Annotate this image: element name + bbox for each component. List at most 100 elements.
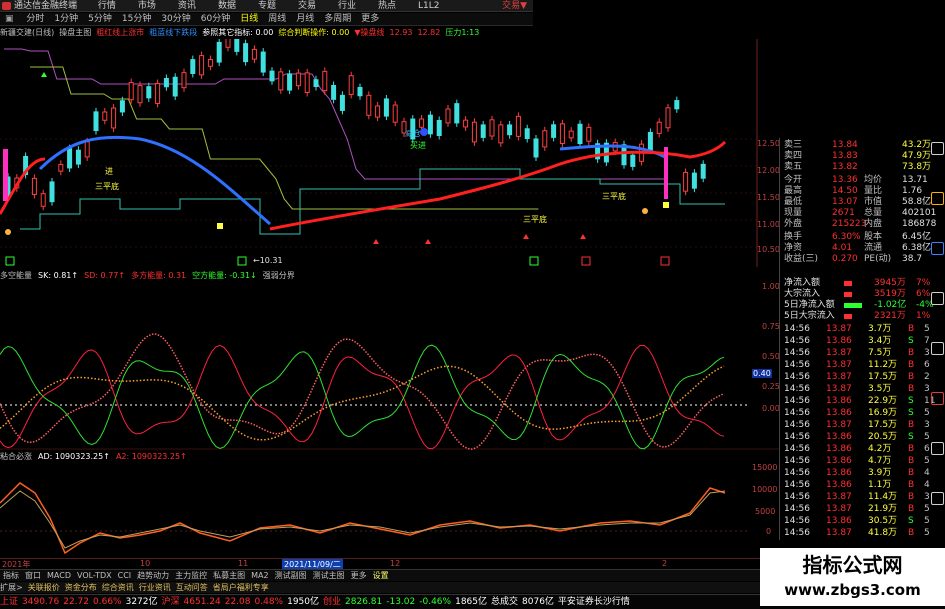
- menu-item[interactable]: 交易: [298, 1, 316, 11]
- tick-time: 14:56: [784, 516, 810, 526]
- main-price-chart[interactable]: ←10.31三平底三平底三平底减仓买进进: [0, 39, 779, 267]
- indicator-tab[interactable]: 私募主图: [210, 570, 248, 582]
- sub2-axis-label: 5000: [755, 507, 776, 516]
- app-title: 通达信金融终端: [14, 1, 78, 11]
- legend-item: 12.82: [417, 28, 441, 37]
- status-link[interactable]: 扩展>: [0, 583, 23, 592]
- quote-value: 0.270: [832, 254, 858, 264]
- period-tab[interactable]: 1分钟: [49, 13, 83, 26]
- menu-icon[interactable]: [931, 492, 944, 505]
- candle-body: [295, 72, 301, 87]
- quote-label: 卖四: [784, 151, 803, 161]
- period-tab[interactable]: 60分钟: [196, 13, 235, 26]
- menu-item[interactable]: L1L2: [418, 1, 439, 11]
- menu-item[interactable]: 专题: [258, 1, 276, 11]
- tick-side: B: [908, 468, 915, 478]
- candle-body: [436, 119, 442, 137]
- period-tab[interactable]: 5分钟: [83, 13, 117, 26]
- indicator-tab[interactable]: 指标: [0, 570, 22, 582]
- candle-body: [463, 119, 469, 128]
- tick-time: 14:56: [784, 360, 810, 370]
- period-tab[interactable]: 更多: [356, 13, 384, 26]
- tick-time: 14:56: [784, 348, 810, 358]
- candle-body: [58, 163, 64, 172]
- tick-price: 13.86: [826, 336, 852, 346]
- indicator-tab[interactable]: MACD: [44, 570, 74, 582]
- toolbar-menu-icon[interactable]: ▣: [0, 13, 19, 26]
- indicator-tab[interactable]: 窗口: [22, 570, 44, 582]
- candle-body: [577, 123, 583, 145]
- period-tab[interactable]: 周线: [263, 13, 291, 26]
- candle-body: [199, 55, 205, 76]
- tool-icon[interactable]: [931, 442, 944, 455]
- index-field: 2826.81: [345, 597, 383, 607]
- flow-pct: 7%: [916, 278, 931, 288]
- sub1-legend-item: 多空能量: [0, 271, 32, 280]
- quote-label: 今开: [784, 175, 803, 185]
- candle-body: [31, 177, 37, 196]
- menu-item[interactable]: 资讯: [178, 1, 196, 11]
- indicator-tab[interactable]: 测试主图: [310, 570, 348, 582]
- tick-price: 13.87: [826, 504, 852, 514]
- tick-time: 14:56: [784, 480, 810, 490]
- chart-annotation: 减仓: [405, 128, 421, 138]
- status-link[interactable]: 行业资讯: [139, 583, 171, 592]
- status-link[interactable]: 省局户福利专享: [213, 583, 269, 592]
- indicator-tab[interactable]: MA2: [248, 570, 271, 582]
- indicator-tab[interactable]: 主力监控: [172, 570, 210, 582]
- period-tab[interactable]: 30分钟: [156, 13, 195, 26]
- trade-menu-button[interactable]: 交易▼: [502, 0, 527, 12]
- tick-volume: 17.5万: [868, 420, 898, 430]
- watermark-title: 指标公式网: [802, 553, 903, 577]
- candle-body: [40, 193, 46, 207]
- status-link[interactable]: 互动问答: [176, 583, 208, 592]
- date-label: 11: [238, 559, 249, 568]
- calendar-icon[interactable]: [931, 292, 944, 305]
- ad-line: [0, 482, 726, 555]
- tick-time: 14:56: [784, 372, 810, 382]
- candle-body: [234, 39, 240, 52]
- menu-item[interactable]: 热点: [378, 1, 396, 11]
- indicator-tab[interactable]: 测试副图: [272, 570, 310, 582]
- reduce-signal-icon: [420, 128, 428, 136]
- date-label: 10: [140, 559, 151, 568]
- sub1-energy-chart[interactable]: [0, 282, 779, 450]
- alert-icon[interactable]: [931, 192, 944, 205]
- indicator-tab[interactable]: 趋势动力: [134, 570, 172, 582]
- menu-item[interactable]: 行情: [98, 1, 116, 11]
- status-link[interactable]: 关联报价: [28, 583, 60, 592]
- period-tab[interactable]: 分时: [21, 13, 49, 26]
- legend-item: 综合判断操作: 0.00: [278, 28, 350, 37]
- menu-item[interactable]: 数据: [218, 1, 236, 11]
- period-tab[interactable]: 多周期: [319, 13, 356, 26]
- tick-volume: 21.9万: [868, 504, 898, 514]
- quote-row: 最低 13.07 市值 58.8亿: [784, 197, 934, 208]
- indicator-tab[interactable]: VOL-TDX: [74, 570, 115, 582]
- info-icon[interactable]: [931, 392, 944, 405]
- candle-body: [287, 73, 293, 91]
- period-tab[interactable]: 15分钟: [117, 13, 156, 26]
- candle-body: [498, 124, 504, 144]
- status-link[interactable]: 资金分布: [65, 583, 97, 592]
- period-tab[interactable]: 日线: [235, 13, 263, 26]
- status-link[interactable]: 综合资讯: [102, 583, 134, 592]
- flow-bar: [844, 281, 852, 286]
- chart-icon[interactable]: [931, 242, 944, 255]
- sub2-axis-label: 0: [766, 527, 772, 536]
- tick-count: 2: [924, 372, 930, 382]
- share-icon[interactable]: [931, 342, 944, 355]
- indicator-tab[interactable]: 更多: [348, 570, 370, 582]
- indicator-tab[interactable]: 设置: [370, 570, 392, 582]
- news-icon[interactable]: [931, 142, 944, 155]
- candle-body: [630, 154, 636, 167]
- buy-arrow-icon: [523, 234, 529, 239]
- period-tab[interactable]: 月线: [291, 13, 319, 26]
- candle-body: [559, 123, 565, 145]
- menu-item[interactable]: 行业: [338, 1, 356, 11]
- tick-row: 14:56 13.87 41.8万 B 5: [784, 528, 934, 539]
- period-marker-icon: [660, 256, 670, 266]
- menu-item[interactable]: 市场: [138, 1, 156, 11]
- candle-body: [111, 107, 117, 129]
- sub2-adhesion-chart[interactable]: [0, 463, 779, 558]
- indicator-tab[interactable]: CCI: [115, 570, 135, 582]
